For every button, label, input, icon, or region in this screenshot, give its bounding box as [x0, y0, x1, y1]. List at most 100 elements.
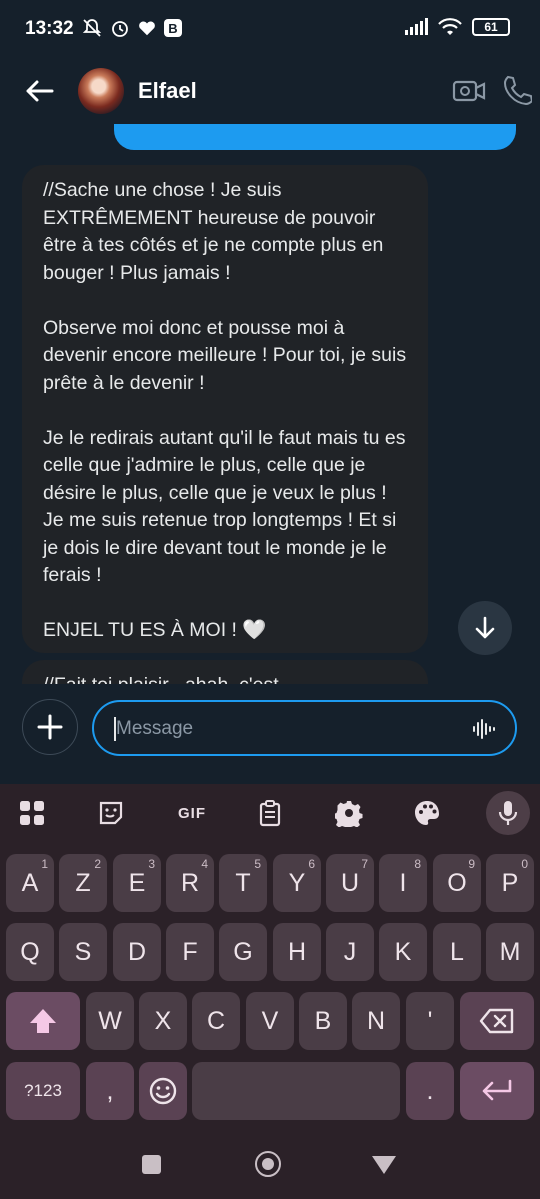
key-hint: 8	[414, 857, 421, 871]
battery-icon: 61	[472, 18, 510, 36]
key-hint: 9	[468, 857, 475, 871]
key-i[interactable]: I8	[379, 854, 427, 912]
key-w[interactable]: W	[86, 992, 134, 1050]
key-label: E	[128, 868, 146, 897]
sticker-icon[interactable]	[95, 797, 127, 829]
emoji-key[interactable]	[139, 1062, 187, 1120]
gif-label: GIF	[178, 804, 206, 822]
key-u[interactable]: U7	[326, 854, 374, 912]
phone-call-icon[interactable]	[502, 74, 532, 106]
message-paragraph: Observe moi donc et pousse moi à devenir…	[43, 316, 412, 394]
key-h[interactable]: H	[273, 923, 321, 981]
message-input-container[interactable]	[92, 700, 517, 756]
key-y[interactable]: Y6	[273, 854, 321, 912]
video-call-icon[interactable]	[452, 76, 486, 106]
key-g[interactable]: G	[219, 923, 267, 981]
apps-grid-icon[interactable]	[16, 797, 48, 829]
space-bar[interactable]	[192, 1062, 400, 1120]
key-hint: 4	[201, 857, 208, 871]
key-d[interactable]: D	[113, 923, 161, 981]
key-label: P	[501, 868, 519, 897]
key-t[interactable]: T5	[219, 854, 267, 912]
add-attachment-button[interactable]	[22, 699, 78, 755]
text-cursor	[114, 717, 116, 741]
key-m[interactable]: M	[486, 923, 534, 981]
signal-icon	[405, 18, 428, 35]
status-system-icons: 61	[404, 18, 510, 36]
app-badge-icon: B	[164, 19, 182, 37]
message-input[interactable]	[114, 716, 448, 742]
clipboard-icon[interactable]	[254, 797, 286, 829]
key-label: Y	[288, 868, 306, 897]
back-triangle-icon[interactable]	[372, 1156, 396, 1174]
key-label: A	[21, 868, 39, 897]
backspace-key[interactable]	[460, 992, 534, 1050]
key-apostrophe[interactable]: '	[406, 992, 454, 1050]
key-label: I	[399, 868, 407, 897]
key-c[interactable]: C	[192, 992, 240, 1050]
shift-key[interactable]	[6, 992, 80, 1050]
key-z[interactable]: Z2	[59, 854, 107, 912]
key-hint: 5	[254, 857, 261, 871]
recent-apps-icon[interactable]	[142, 1155, 161, 1174]
key-f[interactable]: F	[166, 923, 214, 981]
enter-arrow-icon	[482, 1079, 512, 1101]
gif-button[interactable]: GIF	[172, 797, 212, 829]
key-label: U	[340, 868, 360, 897]
key-n[interactable]: N	[352, 992, 400, 1050]
key-hint: 6	[308, 857, 315, 871]
message-composer	[0, 684, 540, 784]
received-message-bubble[interactable]: //Fait toi plaisir , ahah, c'est	[22, 660, 428, 684]
theme-palette-icon[interactable]	[411, 797, 443, 829]
shift-arrow-icon	[30, 1009, 56, 1033]
keyboard-toolbar: GIF	[0, 784, 540, 842]
status-bar: 13:32 B 61	[0, 0, 540, 60]
key-x[interactable]: X	[139, 992, 187, 1050]
symbols-key[interactable]: ?123	[6, 1062, 80, 1120]
voice-input-button[interactable]	[486, 791, 530, 835]
microphone-icon	[498, 801, 518, 825]
message-paragraph: //Sache une chose ! Je suis EXTRÊMEMENT …	[43, 179, 389, 284]
enter-key[interactable]	[460, 1062, 534, 1120]
key-hint: 0	[521, 857, 528, 871]
key-b[interactable]: B	[299, 992, 347, 1050]
back-arrow-icon[interactable]	[22, 74, 56, 108]
key-p[interactable]: P0	[486, 854, 534, 912]
status-notification-icons: B	[82, 18, 182, 38]
key-label: ?123	[24, 1081, 62, 1100]
key-o[interactable]: O9	[433, 854, 481, 912]
key-label: R	[180, 868, 200, 897]
backspace-icon	[479, 1008, 514, 1034]
contact-name[interactable]: Elfael	[138, 78, 197, 104]
voice-message-icon[interactable]	[471, 717, 495, 741]
settings-gear-icon[interactable]	[333, 797, 365, 829]
key-k[interactable]: K	[379, 923, 427, 981]
heart-icon	[139, 21, 155, 36]
sent-message-bubble[interactable]	[114, 124, 516, 150]
received-message-bubble[interactable]: //Sache une chose ! Je suis EXTRÊMEMENT …	[22, 165, 428, 653]
key-j[interactable]: J	[326, 923, 374, 981]
key-q[interactable]: Q	[6, 923, 54, 981]
status-time: 13:32	[25, 18, 74, 39]
key-e[interactable]: E3	[113, 854, 161, 912]
key-label: T	[235, 868, 251, 897]
key-label: O	[447, 868, 467, 897]
period-key[interactable]: .	[406, 1062, 454, 1120]
home-icon[interactable]	[255, 1151, 281, 1177]
message-thread[interactable]: //Sache une chose ! Je suis EXTRÊMEMENT …	[0, 124, 540, 684]
arrow-down-icon	[475, 616, 495, 639]
message-paragraph: //Fait toi plaisir , ahah, c'est	[43, 672, 408, 684]
key-v[interactable]: V	[246, 992, 294, 1050]
key-l[interactable]: L	[433, 923, 481, 981]
key-s[interactable]: S	[59, 923, 107, 981]
scroll-to-bottom-button[interactable]	[458, 601, 512, 655]
key-r[interactable]: R4	[166, 854, 214, 912]
mute-notifications-icon	[82, 19, 102, 37]
message-paragraph: ENJEL TU ES À MOI ! 🤍	[43, 619, 267, 641]
key-a[interactable]: A1	[6, 854, 54, 912]
emoji-smiley-icon	[149, 1077, 177, 1105]
contact-avatar[interactable]	[78, 68, 124, 114]
comma-key[interactable]: ,	[86, 1062, 134, 1120]
key-hint: 3	[148, 857, 155, 871]
chat-header: Elfael	[0, 60, 540, 124]
